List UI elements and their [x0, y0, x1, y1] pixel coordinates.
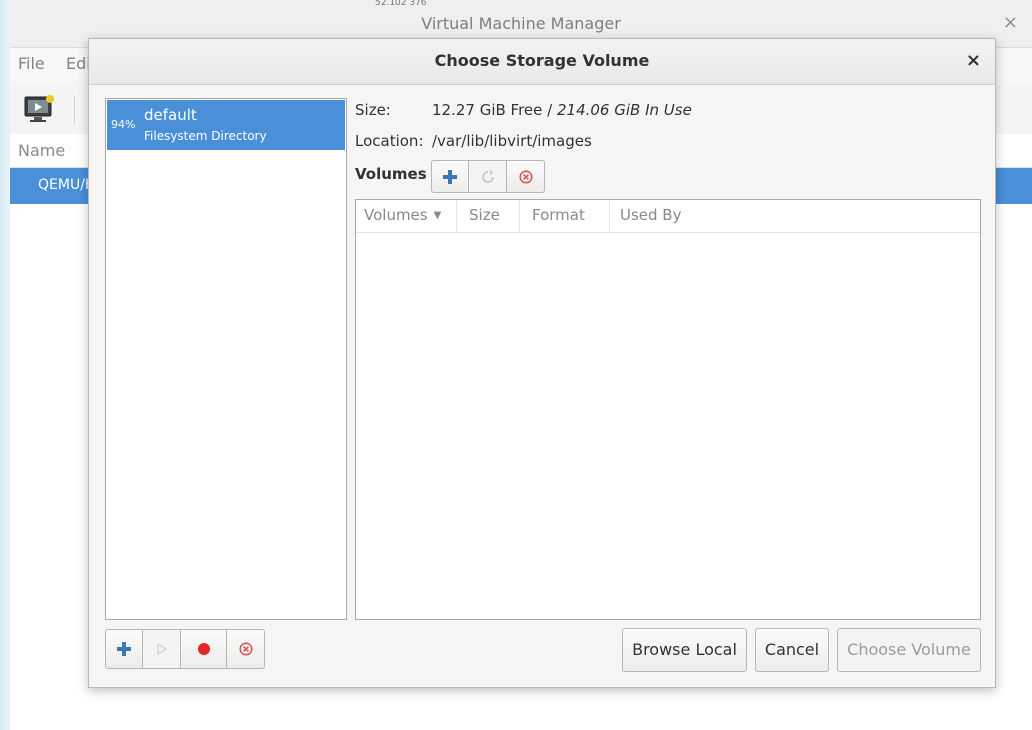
size-in-use-text: 214.06 GiB In Use — [556, 101, 692, 119]
add-volume-button[interactable] — [431, 160, 469, 193]
column-separator — [456, 200, 457, 233]
delete-icon — [518, 169, 533, 184]
location-value: /var/lib/libvirt/images — [432, 132, 592, 150]
connection-label: QEMU/K — [38, 177, 95, 193]
new-vm-monitor-icon[interactable] — [22, 94, 56, 124]
pool-type: Filesystem Directory — [144, 129, 267, 143]
play-icon — [156, 643, 167, 655]
delete-icon — [238, 642, 253, 656]
refresh-icon — [481, 169, 494, 183]
top-strip-text: 52.102 376 — [375, 0, 427, 8]
dialog-close-icon[interactable]: × — [966, 50, 981, 71]
size-value: 12.27 GiB Free / 214.06 GiB In Use — [432, 101, 692, 119]
add-icon — [443, 169, 457, 184]
volumes-label: Volumes — [355, 165, 427, 183]
add-pool-button[interactable] — [105, 629, 143, 669]
refresh-volumes-button[interactable] — [469, 160, 507, 193]
volumes-table: Volumes ▼ Size Format Used By — [355, 199, 981, 620]
size-label: Size: — [355, 101, 391, 119]
stop-pool-button[interactable] — [181, 629, 227, 669]
menu-file[interactable]: File — [18, 54, 45, 73]
menu-edit[interactable]: Edi — [66, 54, 91, 73]
delete-pool-button[interactable] — [227, 629, 265, 669]
window-title: Virtual Machine Manager — [421, 14, 621, 33]
stop-icon — [197, 643, 210, 655]
size-free-text: 12.27 GiB Free / — [432, 101, 557, 119]
delete-volume-button[interactable] — [507, 160, 545, 193]
browse-local-button[interactable]: Browse Local — [622, 628, 747, 672]
column-volumes-label: Volumes — [364, 206, 428, 224]
column-format[interactable]: Format — [532, 200, 585, 233]
toolbar-separator — [74, 96, 75, 124]
column-volumes[interactable]: Volumes ▼ — [364, 200, 441, 233]
column-used-by[interactable]: Used By — [620, 200, 681, 233]
choose-storage-volume-dialog: Choose Storage Volume × 94% default File… — [88, 38, 996, 688]
name-column-header[interactable]: Name — [18, 141, 65, 160]
pool-name: default — [144, 106, 197, 124]
column-size[interactable]: Size — [469, 200, 500, 233]
dialog-title: Choose Storage Volume — [434, 51, 650, 70]
location-label: Location: — [355, 132, 424, 150]
choose-volume-button[interactable]: Choose Volume — [837, 628, 981, 672]
storage-pool-list: 94% default Filesystem Directory — [105, 98, 347, 620]
main-close-icon[interactable]: × — [1003, 12, 1018, 33]
volumes-table-header: Volumes ▼ Size Format Used By — [356, 200, 980, 233]
sort-down-icon: ▼ — [433, 210, 442, 221]
column-separator — [519, 200, 520, 233]
start-pool-button[interactable] — [143, 629, 181, 669]
add-icon — [117, 642, 131, 656]
pool-usage-percent: 94% — [111, 118, 136, 131]
pool-row-default[interactable]: 94% default Filesystem Directory — [107, 100, 345, 150]
dialog-titlebar: Choose Storage Volume × — [89, 39, 995, 85]
cancel-button[interactable]: Cancel — [755, 628, 829, 672]
column-separator — [609, 200, 610, 233]
